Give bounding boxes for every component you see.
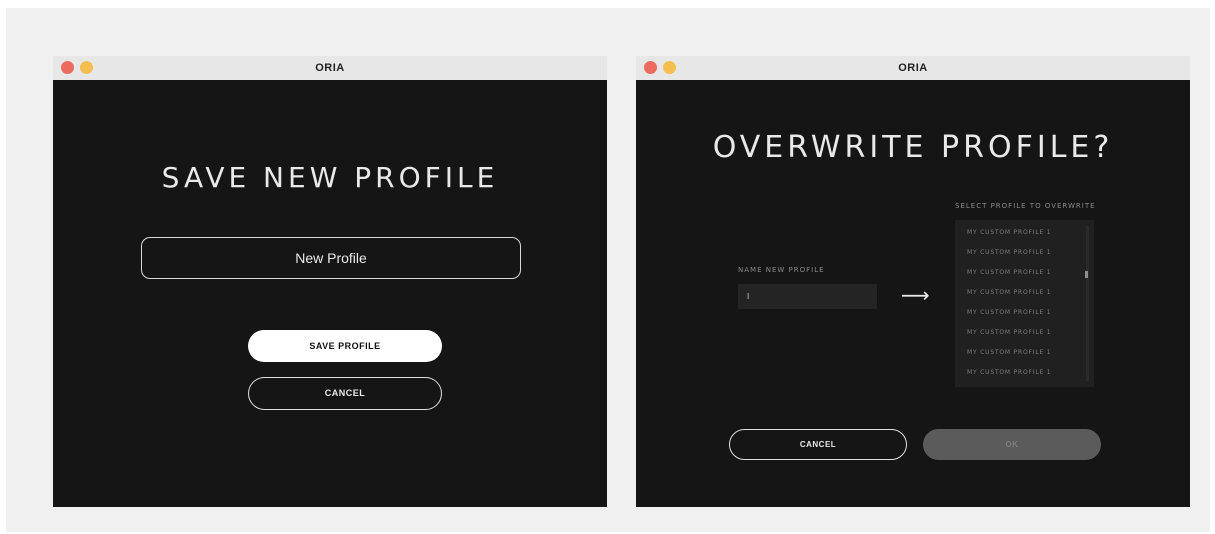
name-profile-label: NAME NEW PROFILE	[738, 266, 825, 274]
background-canvas: ORIA SAVE NEW PROFILE SAVE PROFILE CANCE…	[6, 8, 1210, 532]
window-title: ORIA	[315, 62, 345, 74]
list-item[interactable]: MY CUSTOM PROFILE 1	[955, 283, 1094, 303]
scrollbar-track[interactable]	[1086, 226, 1089, 381]
long-right-arrow-icon: ⟶	[901, 283, 930, 307]
profile-name-input[interactable]	[141, 237, 521, 279]
list-item[interactable]: MY CUSTOM PROFILE 1	[955, 343, 1094, 363]
list-item[interactable]: MY CUSTOM PROFILE 1	[955, 243, 1094, 263]
page-title: SAVE NEW PROFILE	[161, 161, 499, 194]
new-profile-name-input[interactable]	[738, 284, 877, 309]
profile-list[interactable]: MY CUSTOM PROFILE 1 MY CUSTOM PROFILE 1 …	[955, 220, 1094, 387]
page-title: OVERWRITE PROFILE?	[712, 130, 1114, 165]
save-profile-window: ORIA SAVE NEW PROFILE SAVE PROFILE CANCE…	[53, 56, 607, 507]
save-profile-button[interactable]: SAVE PROFILE	[248, 330, 442, 362]
list-item[interactable]: MY CUSTOM PROFILE 1	[955, 363, 1094, 383]
cancel-button[interactable]: CANCEL	[729, 429, 907, 460]
scrollbar-thumb[interactable]	[1085, 271, 1088, 278]
list-item[interactable]: MY CUSTOM PROFILE 1	[955, 303, 1094, 323]
list-item[interactable]: MY CUSTOM PROFILE 1	[955, 223, 1094, 243]
title-bar: ORIA	[636, 56, 1190, 80]
select-profile-label: SELECT PROFILE TO OVERWRITE	[955, 202, 1096, 210]
window-title: ORIA	[898, 62, 928, 74]
title-bar: ORIA	[53, 56, 607, 80]
overwrite-profile-window: ORIA OVERWRITE PROFILE? SELECT PROFILE T…	[636, 56, 1190, 507]
list-item[interactable]: MY CUSTOM PROFILE 1	[955, 263, 1094, 283]
ok-button[interactable]: OK	[923, 429, 1101, 460]
cancel-button[interactable]: CANCEL	[248, 377, 442, 410]
list-item[interactable]: MY CUSTOM PROFILE 1	[955, 323, 1094, 343]
